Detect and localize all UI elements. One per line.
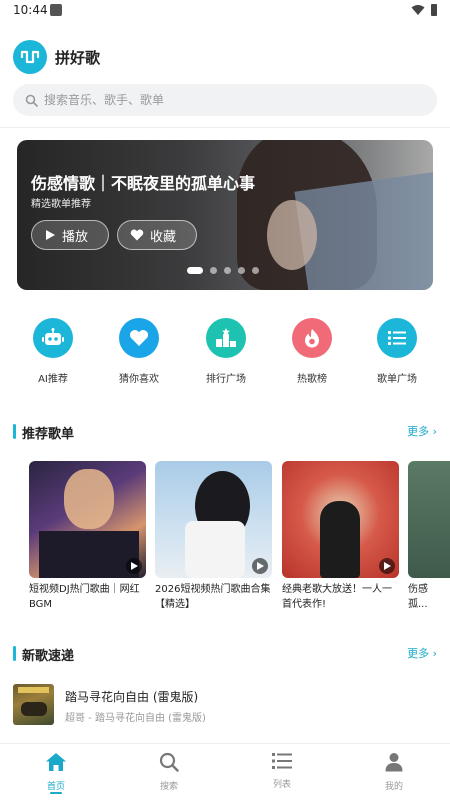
user-icon: [385, 753, 403, 772]
home-icon: [46, 753, 66, 771]
header-divider: [0, 127, 450, 128]
tab-profile[interactable]: 我的: [354, 752, 434, 792]
quick-entry-label: AI推荐: [38, 374, 68, 385]
favorite-label: 收藏: [150, 229, 177, 245]
flame-icon: [292, 318, 332, 358]
cover-art: [320, 501, 360, 578]
tab-search[interactable]: 搜索: [129, 752, 209, 792]
pager-dot[interactable]: [224, 267, 231, 274]
tab-label: 首页: [46, 782, 65, 792]
heart-icon: [130, 229, 144, 241]
app-header: 拼好歌: [13, 40, 100, 74]
chevron-right-icon: ›: [432, 425, 437, 438]
quick-entry-label: 热歌榜: [297, 374, 327, 385]
heart-icon: [119, 318, 159, 358]
playlist-cover: [155, 461, 272, 578]
playlist-card[interactable]: 短视频DJ热门歌曲｜网红BGM: [29, 461, 146, 612]
tab-label: 我的: [384, 782, 403, 792]
app-logo-icon: [13, 40, 47, 74]
tab-list[interactable]: 列表: [242, 752, 322, 790]
play-label: 播放: [62, 229, 89, 245]
quick-entry-label: 排行广场: [206, 374, 246, 385]
wifi-icon: [411, 5, 425, 15]
recommended-section-title: 推荐歌单: [22, 427, 75, 442]
new-songs-section-title: 新歌速递: [22, 649, 75, 664]
pager-dot[interactable]: [187, 267, 203, 274]
list-icon: [377, 318, 417, 358]
quick-entry-ai-recommend[interactable]: AI推荐: [13, 318, 93, 385]
status-time: 10:44: [13, 3, 48, 17]
playlist-caption: 短视频DJ热门歌曲｜网红BGM: [29, 584, 140, 610]
search-bar[interactable]: [13, 84, 437, 116]
song-title: 踏马寻花向自由 (雷鬼版): [65, 690, 199, 704]
battery-icon: [431, 4, 437, 16]
song-thumbnail: [13, 684, 54, 725]
banner-favorite-button[interactable]: 收藏: [117, 220, 197, 250]
more-label: 更多: [407, 647, 430, 660]
playlist-cover: [29, 461, 146, 578]
tab-home[interactable]: 首页: [16, 752, 96, 792]
song-subtitle: 超哥 - 踏马寻花向自由 (雷鬼版): [65, 713, 206, 724]
section-accent-bar: [13, 424, 16, 439]
more-label: 更多: [407, 425, 430, 438]
section-accent-bar: [13, 646, 16, 661]
cover-art: [21, 702, 47, 716]
chevron-right-icon: ›: [432, 647, 437, 660]
notification-icon: [50, 4, 62, 16]
new-songs-section-header: 新歌速递 更多 ›: [13, 644, 437, 664]
playlist-card[interactable]: 经典老歌大放送！一人一首代表作!: [282, 461, 399, 612]
robot-icon: [33, 318, 73, 358]
cover-art: [18, 687, 49, 693]
search-icon: [25, 94, 38, 107]
banner-pager: [187, 267, 259, 274]
quick-entry-playlist-plaza[interactable]: 歌单广场: [357, 318, 437, 385]
tab-label: 列表: [272, 780, 291, 790]
playlist-caption: 伤感孤...: [408, 584, 428, 610]
song-list-item[interactable]: 踏马寻花向自由 (雷鬼版) 超哥 - 踏马寻花向自由 (雷鬼版): [13, 684, 437, 726]
cover-art: [39, 531, 139, 578]
active-tab-indicator: [50, 792, 62, 794]
recommended-section-header: 推荐歌单 更多 ›: [13, 422, 437, 442]
play-icon: [46, 230, 55, 240]
recommended-more-link[interactable]: 更多 ›: [407, 423, 437, 439]
list-icon: [272, 753, 292, 769]
play-icon[interactable]: [379, 558, 395, 574]
cover-art: [64, 469, 114, 529]
quick-entry-guess-you-like[interactable]: 猜你喜欢: [99, 318, 179, 385]
play-icon[interactable]: [126, 558, 142, 574]
quick-entry-label: 歌单广场: [377, 374, 417, 385]
bottom-tab-bar: 首页 搜索 列表 我的: [0, 743, 450, 800]
tab-label: 搜索: [159, 782, 178, 792]
ranking-icon: [206, 318, 246, 358]
search-icon: [159, 752, 179, 772]
banner-subtitle: 精选歌单推荐: [31, 199, 91, 210]
banner-play-button[interactable]: 播放: [31, 220, 109, 250]
banner-title: 伤感情歌｜不眠夜里的孤单心事: [31, 174, 256, 193]
new-songs-more-link[interactable]: 更多 ›: [407, 645, 437, 661]
play-icon[interactable]: [252, 558, 268, 574]
pager-dot[interactable]: [252, 267, 259, 274]
playlist-caption: 经典老歌大放送！一人一首代表作!: [282, 584, 392, 610]
pager-dot[interactable]: [238, 267, 245, 274]
playlist-card[interactable]: 伤感孤...: [408, 461, 450, 612]
status-bar: 10:44: [0, 0, 450, 22]
quick-entry-ranking-plaza[interactable]: 排行广场: [186, 318, 266, 385]
cover-art: [185, 521, 245, 578]
playlist-card[interactable]: 2026短视频热门歌曲合集【精选】: [155, 461, 272, 612]
playlist-cover: [282, 461, 399, 578]
featured-banner[interactable]: 伤感情歌｜不眠夜里的孤单心事 精选歌单推荐 播放 收藏: [17, 140, 433, 290]
pager-dot[interactable]: [210, 267, 217, 274]
playlist-caption: 2026短视频热门歌曲合集【精选】: [155, 584, 271, 610]
search-input[interactable]: [44, 93, 404, 107]
app-screen: 10:44 拼好歌 伤感情歌｜不眠夜里的孤单心事 精选歌单推荐: [0, 0, 450, 800]
quick-entry-hot-songs[interactable]: 热歌榜: [272, 318, 352, 385]
playlist-cover: [408, 461, 450, 578]
quick-entry-label: 猜你喜欢: [119, 374, 159, 385]
app-title: 拼好歌: [55, 48, 101, 67]
